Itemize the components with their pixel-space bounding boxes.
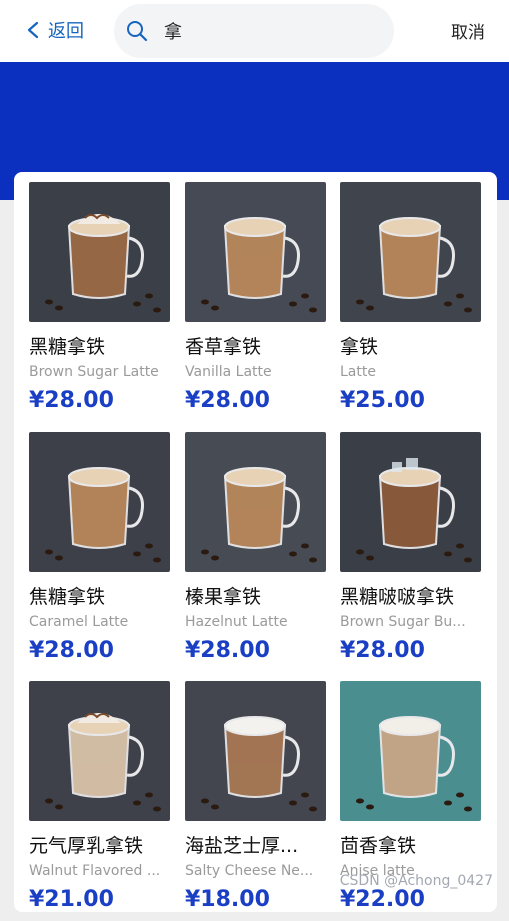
coffee-cup-image (185, 681, 326, 821)
coffee-cup-image (340, 681, 481, 821)
product-name: 拿铁 (340, 336, 379, 358)
product-english-name: Latte (340, 364, 376, 380)
product-card[interactable]: 拿铁 Latte ¥25.00 (340, 182, 481, 422)
product-image[interactable] (29, 182, 170, 322)
product-name: 黑糖拿铁 (29, 336, 106, 358)
product-english-name: Caramel Latte (29, 614, 129, 630)
cancel-button[interactable]: 取消 (451, 18, 485, 43)
product-english-name: Salty Cheese Ne... (185, 863, 314, 879)
product-price: ¥18.00 (185, 887, 270, 912)
product-price: ¥28.00 (185, 638, 270, 663)
product-price: ¥25.00 (340, 388, 425, 413)
search-input[interactable] (162, 19, 366, 43)
product-name: 茴香拿铁 (340, 835, 417, 857)
product-english-name: Vanilla Latte (185, 364, 272, 380)
product-price: ¥22.00 (340, 887, 425, 912)
product-english-name: Hazelnut Latte (185, 614, 288, 630)
product-image[interactable] (340, 681, 481, 821)
product-image[interactable] (185, 432, 326, 572)
product-english-name: Walnut Flavored ... (29, 863, 161, 879)
product-name: 黑糖啵啵拿铁 (340, 586, 455, 608)
product-card[interactable]: 海盐芝士厚... Salty Cheese Ne... ¥18.00 (185, 681, 326, 921)
product-image[interactable] (340, 182, 481, 322)
product-name: 焦糖拿铁 (29, 586, 106, 608)
search-box[interactable] (114, 4, 394, 58)
product-card[interactable]: 黑糖啵啵拿铁 Brown Sugar Bu... ¥28.00 (340, 432, 481, 672)
chevron-left-icon (27, 21, 39, 39)
product-image[interactable] (185, 681, 326, 821)
product-card[interactable]: 焦糖拿铁 Caramel Latte ¥28.00 (29, 432, 170, 672)
coffee-cup-image (29, 432, 170, 572)
results-panel: 黑糖拿铁 Brown Sugar Latte ¥28.00 香草拿铁 Vanilla … (14, 172, 497, 912)
coffee-cup-image (29, 681, 170, 821)
product-card[interactable]: 榛果拿铁 Hazelnut Latte ¥28.00 (185, 432, 326, 672)
product-price: ¥28.00 (340, 638, 425, 663)
product-price: ¥28.00 (185, 388, 270, 413)
product-name: 海盐芝士厚... (185, 835, 299, 857)
coffee-cup-image (29, 182, 170, 322)
coffee-cup-image (340, 432, 481, 572)
product-card[interactable]: 黑糖拿铁 Brown Sugar Latte ¥28.00 (29, 182, 170, 422)
product-english-name: Brown Sugar Bu... (340, 614, 466, 630)
coffee-cup-image (185, 182, 326, 322)
product-image[interactable] (340, 432, 481, 572)
product-image[interactable] (29, 432, 170, 572)
product-english-name: Brown Sugar Latte (29, 364, 159, 380)
product-card[interactable]: 香草拿铁 Vanilla Latte ¥28.00 (185, 182, 326, 422)
product-card[interactable]: 元气厚乳拿铁 Walnut Flavored ... ¥21.00 (29, 681, 170, 921)
coffee-cup-image (185, 432, 326, 572)
search-icon (127, 21, 148, 42)
product-name: 榛果拿铁 (185, 586, 262, 608)
product-image[interactable] (29, 681, 170, 821)
product-name: 元气厚乳拿铁 (29, 835, 144, 857)
watermark: CSDN @Achong_0427 (339, 873, 493, 889)
top-bar: 返回 取消 (0, 0, 509, 62)
back-label: 返回 (48, 21, 84, 42)
product-price: ¥28.00 (29, 388, 114, 413)
back-button[interactable]: 返回 (26, 17, 84, 43)
product-price: ¥28.00 (29, 638, 114, 663)
product-name: 香草拿铁 (185, 336, 262, 358)
coffee-cup-image (340, 182, 481, 322)
product-image[interactable] (185, 182, 326, 322)
product-price: ¥21.00 (29, 887, 114, 912)
